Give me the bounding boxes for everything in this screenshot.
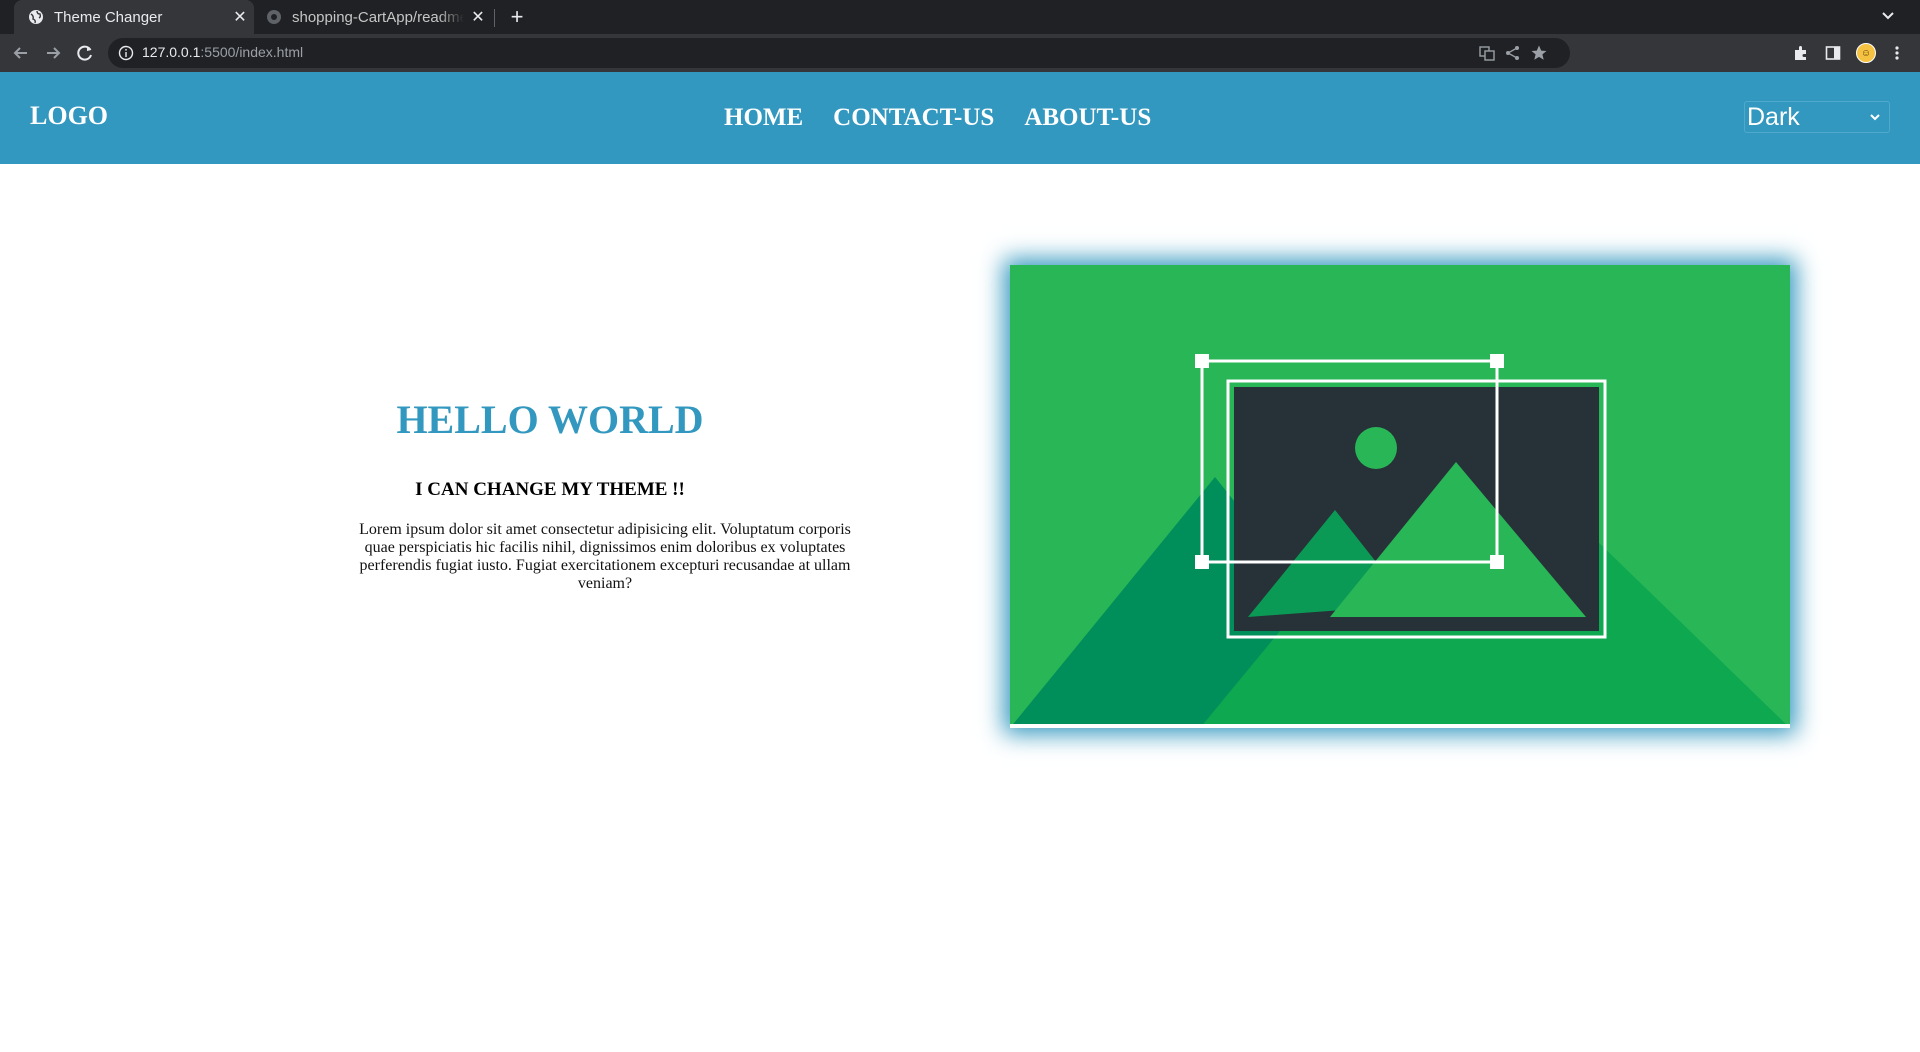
- tab-theme-changer[interactable]: Theme Changer ✕: [14, 0, 254, 34]
- url-host: 127.0.0.1: [142, 44, 201, 60]
- profile-avatar[interactable]: ☺: [1856, 43, 1876, 63]
- chevron-down-icon: [1870, 114, 1880, 121]
- tab-shopping-cartapp[interactable]: shopping-CartApp/readme ✕: [256, 0, 492, 34]
- address-bar[interactable]: 127.0.0.1:5500/index.html: [108, 38, 1570, 68]
- close-icon[interactable]: ✕: [464, 7, 492, 27]
- tab-title: shopping-CartApp/readme: [292, 8, 464, 26]
- side-panel-icon[interactable]: [1824, 44, 1842, 62]
- extensions-icon[interactable]: [1792, 44, 1810, 62]
- tab-title: Theme Changer: [54, 8, 163, 26]
- site-header: LOGO HOME CONTACT-US ABOUT-US Dark: [0, 72, 1920, 164]
- nav-home[interactable]: HOME: [724, 104, 803, 132]
- hero-text: HELLO WORLD I CAN CHANGE MY THEME !! Lor…: [320, 396, 851, 593]
- nav-about-us[interactable]: ABOUT-US: [1024, 104, 1151, 132]
- bookmark-star-icon[interactable]: [1530, 44, 1548, 62]
- hero-body-text: Lorem ipsum dolor sit amet consectetur a…: [359, 521, 851, 592]
- image-placeholder-illustration: [1010, 265, 1790, 728]
- globe-icon: [29, 10, 43, 24]
- new-tab-icon[interactable]: +: [505, 4, 529, 30]
- hero-illustration: [1010, 265, 1790, 728]
- hero-title: HELLO WORLD: [396, 397, 704, 442]
- chevron-down-icon[interactable]: [1878, 6, 1898, 26]
- main-nav: HOME CONTACT-US ABOUT-US: [724, 72, 1151, 164]
- browser-toolbar: 127.0.0.1:5500/index.html ☺: [0, 34, 1920, 72]
- back-arrow-icon[interactable]: [10, 42, 32, 64]
- theme-select-value: Dark: [1747, 103, 1800, 131]
- forward-arrow-icon[interactable]: [42, 42, 64, 64]
- more-menu-icon[interactable]: [1888, 44, 1906, 62]
- reload-icon[interactable]: [74, 42, 96, 64]
- nav-contact-us[interactable]: CONTACT-US: [833, 104, 994, 132]
- translate-icon[interactable]: [1478, 44, 1496, 62]
- share-icon[interactable]: [1504, 44, 1522, 62]
- hero-subtitle: I CAN CHANGE MY THEME !!: [415, 479, 685, 500]
- github-icon: [267, 10, 281, 24]
- tab-separator: [494, 9, 495, 27]
- url-path: :5500/index.html: [200, 44, 304, 60]
- url-text: 127.0.0.1:5500/index.html: [142, 44, 303, 60]
- theme-select[interactable]: Dark: [1744, 101, 1890, 133]
- info-icon[interactable]: [118, 45, 134, 61]
- close-icon[interactable]: ✕: [226, 7, 254, 27]
- logo[interactable]: LOGO: [30, 72, 108, 164]
- browser-tab-strip: Theme Changer ✕ shopping-CartApp/readme …: [0, 0, 1920, 34]
